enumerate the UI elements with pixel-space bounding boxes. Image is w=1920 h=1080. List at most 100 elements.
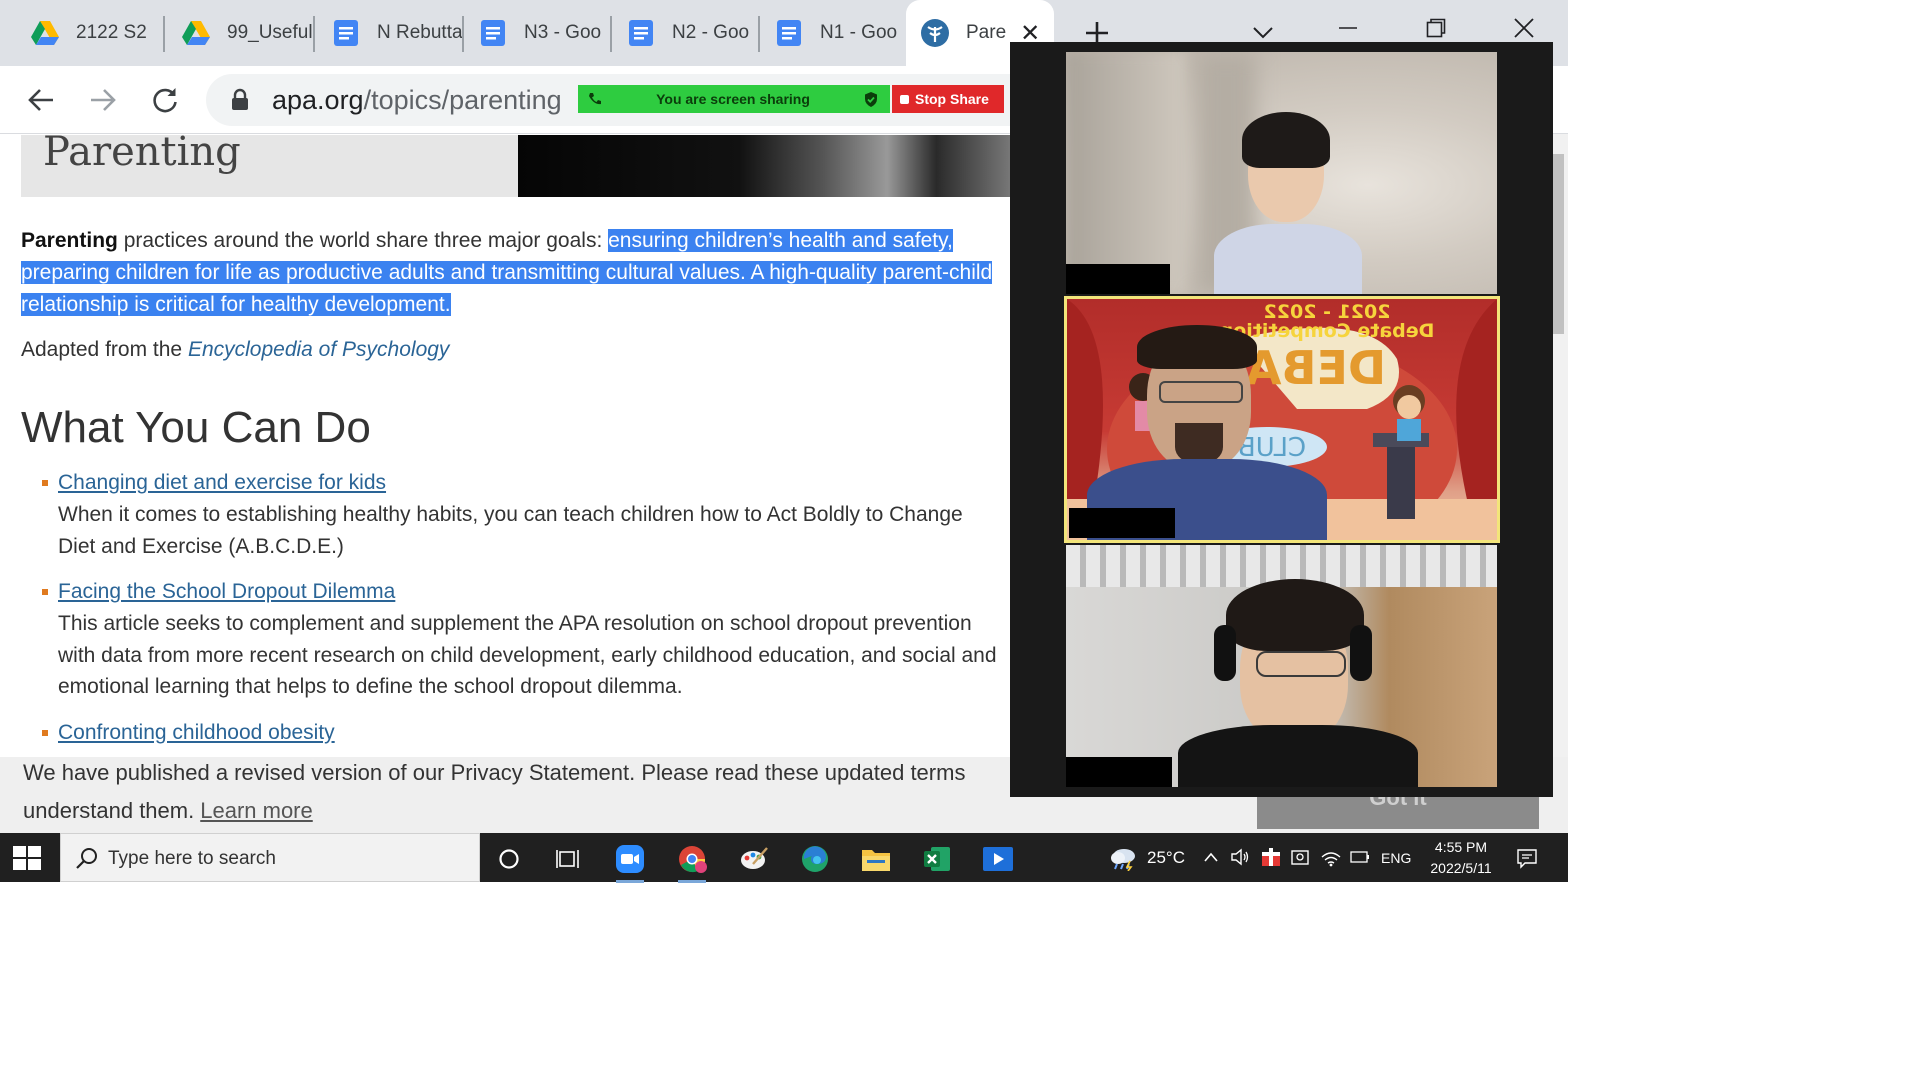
tab-label: N2 - Goo [672, 22, 750, 43]
weather-icon[interactable] [1108, 845, 1138, 871]
zoom-video-panel: 2021 - 2022 Debate Competition DEBA CLUB [1010, 42, 1553, 797]
tab-99-useful[interactable]: 99_Useful [165, 0, 315, 66]
list-item: Facing the School Dropout Dilemma This a… [40, 576, 1000, 703]
edge-app-button[interactable] [791, 839, 839, 879]
participant-name-tag [1066, 757, 1172, 787]
web-page: Parenting Parenting practices around the… [0, 135, 1010, 757]
paint-app-button[interactable] [730, 839, 778, 879]
search-icon [76, 848, 97, 869]
privacy-text-line1: We have published a revised version of o… [23, 760, 966, 785]
stop-share-label: Stop Share [915, 91, 989, 107]
media-player-icon [983, 847, 1013, 871]
intro-plain: practices around the world share three m… [117, 229, 609, 252]
temperature-text[interactable]: 25°C [1147, 848, 1185, 868]
cortana-icon [499, 849, 519, 869]
participant-video-3[interactable] [1066, 545, 1497, 787]
tab-label: Pare [966, 22, 1007, 43]
participant-hair [1242, 112, 1330, 168]
google-docs-icon [777, 20, 801, 46]
volume-icon[interactable] [1230, 847, 1250, 867]
cortana-button[interactable] [485, 839, 533, 879]
battery-icon[interactable] [1350, 850, 1370, 864]
tab-label: N3 - Goo [524, 22, 602, 43]
chevron-down-icon [1253, 27, 1273, 39]
windows-taskbar: Type here to search 25°C ENG 4:55 PM 202… [0, 833, 1568, 883]
taskbar-search-box[interactable]: Type here to search [60, 833, 480, 882]
chrome-app-button[interactable] [668, 839, 716, 883]
tab-label: 2122 S2 [76, 22, 147, 43]
stop-share-button[interactable]: Stop Share [892, 85, 1004, 113]
hero-image [518, 135, 1010, 197]
media-player-button[interactable] [974, 839, 1022, 879]
source-title[interactable]: Encyclopedia of Psychology [188, 338, 450, 361]
learn-more-link[interactable]: Learn more [200, 798, 313, 823]
notification-icon[interactable] [1516, 847, 1538, 869]
stop-icon [900, 94, 909, 104]
back-arrow-icon [28, 89, 53, 111]
apa-icon [921, 19, 949, 47]
forward-arrow-icon [91, 89, 116, 111]
hero-title-panel: Parenting [21, 135, 518, 197]
restore-icon [1426, 18, 1446, 38]
clock-time: 4:55 PM [1434, 839, 1488, 855]
page-title: Parenting [43, 135, 241, 175]
google-docs-icon [481, 20, 505, 46]
chrome-icon [679, 846, 707, 873]
tab-label: N1 - Goo [820, 22, 898, 43]
list-item: Changing diet and exercise for kids When… [40, 467, 1000, 562]
task-view-button[interactable] [544, 839, 592, 879]
folder-icon [862, 850, 890, 871]
google-docs-icon [629, 20, 653, 46]
tab-n-rebuttal[interactable]: N Rebuttal [315, 0, 464, 66]
participant-hair [1226, 579, 1364, 651]
tab-n3[interactable]: N3 - Goo [464, 0, 612, 66]
wifi-icon[interactable] [1320, 847, 1342, 867]
url-domain: apa.org [272, 85, 364, 115]
privacy-line2-text: understand them. [23, 798, 195, 823]
participant-name-tag [1069, 508, 1175, 538]
intro-bold: Parenting [21, 229, 118, 252]
reload-button[interactable] [143, 78, 187, 122]
participant-name-tag [1066, 264, 1170, 294]
participant-hair [1137, 325, 1257, 369]
resource-link[interactable]: Confronting childhood obesity [58, 721, 335, 744]
google-drive-icon [182, 21, 210, 45]
headphones-icon [1214, 625, 1236, 681]
zoom-icon [616, 845, 644, 873]
tab-n2[interactable]: N2 - Goo [612, 0, 760, 66]
language-indicator[interactable]: ENG [1381, 850, 1411, 866]
participant-shirt [1214, 224, 1362, 294]
forward-button[interactable] [81, 78, 125, 122]
reload-icon [153, 88, 177, 113]
mirrored-banner-title: 2021 - 2022 Debate Competition [1217, 301, 1437, 342]
blurred-background [1066, 52, 1186, 294]
resource-link[interactable]: Changing diet and exercise for kids [58, 471, 386, 494]
excel-app-button[interactable] [913, 839, 961, 879]
resource-description: This article seeks to complement and sup… [58, 612, 997, 698]
resource-link[interactable]: Facing the School Dropout Dilemma [58, 580, 395, 603]
tab-label: 99_Useful [227, 22, 313, 43]
minimize-icon [1339, 27, 1357, 29]
zoom-app-button[interactable] [606, 839, 654, 883]
participant-video-1[interactable] [1066, 52, 1497, 294]
windows-start-icon[interactable] [12, 845, 42, 871]
tab-n1[interactable]: N1 - Goo [760, 0, 906, 66]
section-heading: What You Can Do [21, 403, 371, 452]
privacy-text-line2: understand them. Learn more [23, 798, 313, 824]
screen-sharing-banner[interactable]: You are screen sharing [578, 85, 890, 113]
tab-2122-s2[interactable]: 2122 S2 [0, 0, 165, 66]
back-button[interactable] [19, 78, 63, 122]
search-placeholder: Type here to search [108, 848, 276, 869]
device-icon[interactable] [1290, 847, 1310, 867]
participant-video-2-active-speaker[interactable]: 2021 - 2022 Debate Competition DEBA CLUB [1064, 296, 1500, 543]
participant-glasses [1159, 381, 1243, 403]
security-icon[interactable] [1260, 846, 1282, 868]
source-prefix: Adapted from the [21, 338, 188, 361]
system-clock[interactable]: 4:55 PM 2022/5/11 [1418, 837, 1504, 879]
clock-date: 2022/5/11 [1430, 860, 1492, 876]
source-note: Adapted from the Encyclopedia of Psychol… [21, 338, 449, 362]
list-item: Confronting childhood obesity [40, 717, 1000, 749]
chevron-up-icon[interactable] [1203, 851, 1219, 863]
task-view-icon [556, 850, 579, 868]
file-explorer-button[interactable] [852, 839, 900, 879]
